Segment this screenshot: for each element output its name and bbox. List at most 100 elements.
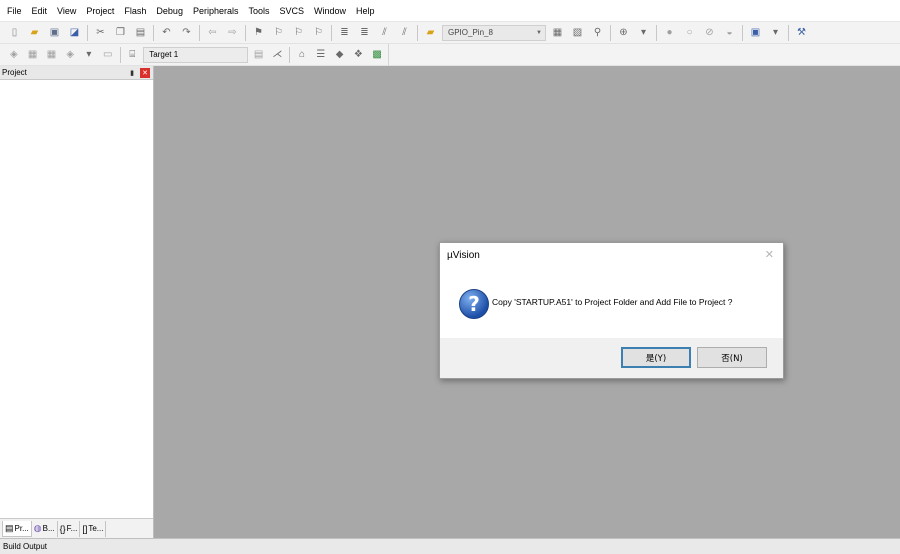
menu-debug[interactable]: Debug xyxy=(151,0,188,22)
select-packs-icon[interactable]: ☰ xyxy=(313,46,329,63)
debug-start-icon[interactable]: ● xyxy=(661,24,678,41)
toolbar-separator xyxy=(119,46,121,63)
rebuild-icon[interactable]: ▦ xyxy=(44,46,60,63)
build-toolbar: ◈ ▦ ▦ ◈ ▾ ▭ ⌸ Target 1 ▤ ⋌ ⌂ ☰ ◆ ❖ ▩ xyxy=(0,44,389,66)
save-all-icon[interactable]: ◪ xyxy=(66,24,83,41)
tab-books[interactable]: ◍ B... xyxy=(32,520,58,537)
toolbar-separator xyxy=(153,24,154,41)
window-layout-dropdown-icon[interactable]: ▾ xyxy=(767,24,784,41)
copy-icon[interactable]: ❐ xyxy=(112,24,129,41)
navigate-forward-icon[interactable]: ⇨ xyxy=(224,24,241,41)
prev-bookmark-icon[interactable]: ⚐ xyxy=(270,24,287,41)
build-icon[interactable]: ▦ xyxy=(25,46,41,63)
menu-help[interactable]: Help xyxy=(351,0,380,22)
software-packs-icon[interactable]: ❖ xyxy=(350,46,366,63)
close-icon[interactable]: ✕ xyxy=(140,67,150,78)
question-icon: ? xyxy=(459,289,489,319)
copy-file-dialog: µVision ✕ ? Copy 'STARTUP.A51' to Projec… xyxy=(439,242,784,379)
close-icon[interactable]: ✕ xyxy=(765,248,774,261)
project-panel-title: Project xyxy=(2,68,27,77)
comment-icon[interactable]: ⫽ xyxy=(376,24,393,41)
menu-file[interactable]: File xyxy=(2,0,27,22)
kill-breakpoints-icon[interactable]: ◒ xyxy=(721,24,738,41)
dialog-message: Copy 'STARTUP.A51' to Project Folder and… xyxy=(492,297,733,307)
project-panel: Project ▮ ✕ ▤ Pr... ◍ B... {} F... [] Te… xyxy=(0,66,154,538)
replace-icon[interactable]: ⚲ xyxy=(589,24,606,41)
no-button[interactable]: 否(N) xyxy=(697,347,767,368)
zoom-icon[interactable]: ⊕ xyxy=(615,24,632,41)
toolbar-separator xyxy=(289,46,291,63)
menu-svcs[interactable]: SVCS xyxy=(275,0,310,22)
menu-window[interactable]: Window xyxy=(309,0,351,22)
functions-icon: {} xyxy=(59,523,66,534)
find-icon[interactable]: ▦ xyxy=(549,24,566,41)
menu-edit[interactable]: Edit xyxy=(27,0,53,22)
project-tree[interactable] xyxy=(0,80,153,518)
undo-icon[interactable]: ↶ xyxy=(158,24,175,41)
manage-components-icon[interactable]: ⌂ xyxy=(294,46,310,63)
unindent-icon[interactable]: ≣ xyxy=(356,24,373,41)
run-time-environment-icon[interactable]: ▩ xyxy=(369,46,385,63)
batch-build-icon[interactable]: ◈ xyxy=(62,46,78,63)
project-panel-tabs: ▤ Pr... ◍ B... {} F... [] Te... xyxy=(0,518,153,538)
configure-icon[interactable]: ⚒ xyxy=(793,24,810,41)
function-combo-value: GPIO_Pin_8 xyxy=(448,28,493,37)
toolbar-separator xyxy=(245,24,246,41)
tab-books-label: B... xyxy=(42,524,55,533)
paste-icon[interactable]: ▤ xyxy=(132,24,149,41)
toolbar-separator xyxy=(417,24,418,41)
menu-view[interactable]: View xyxy=(52,0,81,22)
templates-icon: [] xyxy=(82,523,88,534)
navigate-back-icon[interactable]: ⇦ xyxy=(204,24,221,41)
tab-project[interactable]: ▤ Pr... xyxy=(2,520,32,537)
tab-templates-label: Te... xyxy=(88,524,104,533)
target-combo-value: Target 1 xyxy=(149,50,179,59)
stop-build-icon[interactable]: ▭ xyxy=(100,46,116,63)
menu-peripherals[interactable]: Peripherals xyxy=(188,0,244,22)
target-options-icon[interactable]: ▤ xyxy=(251,46,267,63)
find-in-files-icon[interactable]: ▰ xyxy=(422,24,439,41)
toolbar-separator xyxy=(742,24,743,41)
toolbar-separator xyxy=(656,24,657,41)
dialog-footer: 是(Y) 否(N) xyxy=(440,338,783,378)
tab-functions[interactable]: {} F... xyxy=(58,520,81,537)
uncomment-icon[interactable]: ⫽ xyxy=(396,24,413,41)
project-window-icon: ▤ xyxy=(5,522,14,533)
pack-installer-icon[interactable]: ◆ xyxy=(332,46,348,63)
menu-flash[interactable]: Flash xyxy=(119,0,151,22)
tab-project-label: Pr... xyxy=(14,523,29,533)
disable-breakpoints-icon[interactable]: ⊘ xyxy=(701,24,718,41)
toolbar-separator xyxy=(87,24,88,41)
translate-icon[interactable]: ◈ xyxy=(6,46,22,63)
download-icon[interactable]: ⌸ xyxy=(125,46,141,63)
new-file-icon[interactable]: ▯ xyxy=(6,24,23,41)
file-toolbar: ▯ ▰ ▣ ◪ ✂ ❐ ▤ ↶ ↷ ⇦ ⇨ ⚑ ⚐ ⚐ ⚐ ≣ ≣ ⫽ ⫽ ▰ … xyxy=(0,22,900,44)
incremental-find-icon[interactable]: ▧ xyxy=(569,24,586,41)
books-icon: ◍ xyxy=(33,523,42,533)
zoom-dropdown-icon[interactable]: ▾ xyxy=(635,24,652,41)
menu-project[interactable]: Project xyxy=(81,0,119,22)
open-folder-icon[interactable]: ▰ xyxy=(26,24,43,41)
toolbar-separator xyxy=(610,24,611,41)
function-combo[interactable]: GPIO_Pin_8 ▼ xyxy=(442,24,546,41)
bookmark-icon[interactable]: ⚑ xyxy=(250,24,267,41)
tab-templates[interactable]: [] Te... xyxy=(80,520,107,537)
menu-bar: File Edit View Project Flash Debug Perip… xyxy=(0,0,900,22)
redo-icon[interactable]: ↷ xyxy=(178,24,195,41)
project-panel-header: Project ▮ ✕ xyxy=(0,66,153,80)
save-icon[interactable]: ▣ xyxy=(46,24,63,41)
cut-icon[interactable]: ✂ xyxy=(92,24,109,41)
tab-functions-label: F... xyxy=(66,524,78,533)
pin-icon[interactable]: ▮ xyxy=(127,68,137,78)
indent-icon[interactable]: ≣ xyxy=(336,24,353,41)
clear-bookmarks-icon[interactable]: ⚐ xyxy=(310,24,327,41)
yes-button[interactable]: 是(Y) xyxy=(621,347,691,368)
toolbar-separator xyxy=(199,24,200,41)
window-layout-icon[interactable]: ▣ xyxy=(747,24,764,41)
breakpoint-icon[interactable]: ○ xyxy=(681,24,698,41)
batch-dropdown-icon[interactable]: ▾ xyxy=(81,46,97,63)
target-combo[interactable]: Target 1 xyxy=(143,46,248,63)
file-extensions-icon[interactable]: ⋌ xyxy=(269,46,285,63)
menu-tools[interactable]: Tools xyxy=(243,0,274,22)
next-bookmark-icon[interactable]: ⚐ xyxy=(290,24,307,41)
